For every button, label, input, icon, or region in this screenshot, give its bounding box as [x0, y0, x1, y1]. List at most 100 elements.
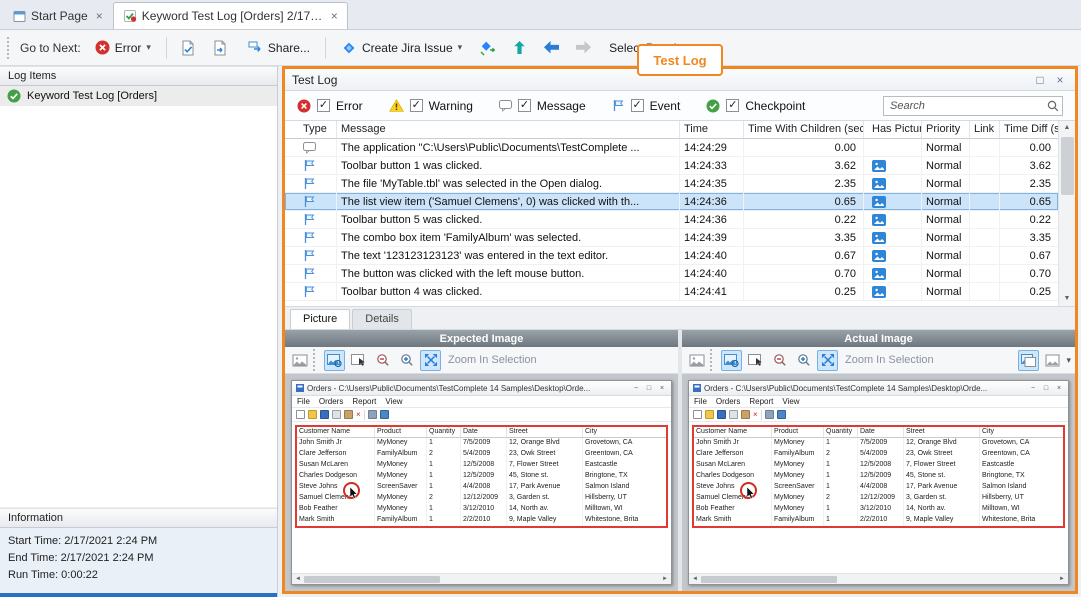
orders-row: Charles DodgesonMyMoney112/5/200945, Sto…: [297, 471, 666, 482]
error-icon: [297, 99, 311, 113]
filter-warning[interactable]: ✓Warning: [389, 99, 473, 113]
export-log-icon[interactable]: [207, 35, 234, 61]
menu-file[interactable]: File: [297, 397, 310, 406]
menu-orders[interactable]: Orders: [319, 397, 343, 406]
scroll-down-icon[interactable]: ▼: [1064, 292, 1071, 306]
filter-label: Message: [537, 99, 586, 113]
zoom-out-icon[interactable]: [769, 350, 790, 371]
view-mode-caret-icon[interactable]: ▾: [1066, 355, 1071, 366]
column-header-time[interactable]: Time: [680, 121, 744, 138]
zoom-in-selection-icon[interactable]: [817, 350, 838, 371]
cell-time-diff: 2.35: [1000, 175, 1058, 192]
tab-details[interactable]: Details: [352, 309, 412, 329]
forward-icon[interactable]: [570, 35, 597, 61]
share-button[interactable]: Share...: [239, 35, 317, 60]
close-tab-icon[interactable]: ×: [331, 9, 338, 23]
toolbar-grip[interactable]: [7, 37, 12, 59]
menu-view[interactable]: View: [782, 397, 799, 406]
log-row[interactable]: The file 'MyTable.tbl' was selected in t…: [285, 175, 1058, 193]
document-tabbar: Start Page × Keyword Test Log [Orders] 2…: [0, 0, 1081, 30]
log-row[interactable]: The button was clicked with the left mou…: [285, 265, 1058, 283]
column-header-type[interactable]: Type: [285, 121, 337, 138]
orders-cell: 1: [427, 471, 461, 482]
upload-results-icon[interactable]: [506, 35, 533, 61]
menu-file[interactable]: File: [694, 397, 707, 406]
cell-type: [285, 229, 337, 246]
zoom-out-icon[interactable]: [372, 350, 393, 371]
menu-view[interactable]: View: [385, 397, 402, 406]
float-panel-icon[interactable]: □: [1032, 73, 1048, 87]
menu-report[interactable]: Report: [352, 397, 376, 406]
tab-start-page[interactable]: Start Page ×: [3, 2, 113, 29]
orders-table: Customer NameProductQuantityDateStreetCi…: [295, 425, 668, 528]
column-header-has-picture[interactable]: Has Picture: [864, 121, 922, 138]
column-header-time-with-children-sec-[interactable]: Time With Children (sec): [744, 121, 864, 138]
panel-menu-icon[interactable]: [289, 350, 310, 371]
toolbar-grip[interactable]: [313, 349, 318, 371]
checkpoint-checkbox[interactable]: ✓: [726, 99, 739, 112]
orders-cell: Eastcastle: [980, 460, 1063, 471]
log-row[interactable]: The list view item ('Samuel Clemens', 0)…: [285, 193, 1058, 211]
log-row[interactable]: The combo box item 'FamilyAlbum' was sel…: [285, 229, 1058, 247]
view-mode-both-icon[interactable]: [1018, 350, 1039, 371]
orders-cell: Bringtone, TX: [583, 471, 666, 482]
orders-cell: 2: [824, 449, 858, 460]
scroll-up-icon[interactable]: ▲: [1064, 121, 1071, 135]
tab-keyword-test-log[interactable]: Keyword Test Log [Orders] 2/17/2... ×: [113, 2, 348, 29]
tree-item-keyword-test-log[interactable]: Keyword Test Log [Orders]: [0, 86, 277, 106]
zoom-in-selection-icon[interactable]: [420, 350, 441, 371]
search-input[interactable]: [883, 96, 1063, 116]
orders-cell: Salmon Island: [583, 482, 666, 493]
view-mode-single-icon[interactable]: [1042, 350, 1063, 371]
jira-link-icon[interactable]: [474, 35, 501, 61]
event-checkbox[interactable]: ✓: [631, 99, 644, 112]
error-checkbox[interactable]: ✓: [317, 99, 330, 112]
toolbar-grip[interactable]: [710, 349, 715, 371]
close-tab-icon[interactable]: ×: [96, 9, 103, 23]
show-image-icon[interactable]: [324, 350, 345, 371]
orders-cell: Greentown, CA: [583, 449, 666, 460]
filter-message[interactable]: ✓ Message: [499, 99, 586, 113]
filter-error[interactable]: ✓Error: [297, 99, 363, 113]
zoom-in-icon[interactable]: [793, 350, 814, 371]
zoom-in-icon[interactable]: [396, 350, 417, 371]
column-header-priority[interactable]: Priority: [922, 121, 970, 138]
create-jira-issue-button[interactable]: Create Jira Issue ▾: [334, 36, 469, 60]
vertical-scrollbar[interactable]: ▲ ▼: [1058, 121, 1075, 306]
maximize-icon: □: [644, 385, 654, 392]
cell-time: 14:24:36: [680, 193, 744, 210]
filter-checkpoint[interactable]: ✓Checkpoint: [706, 99, 805, 113]
message-checkbox[interactable]: ✓: [518, 99, 531, 112]
actual-image-view[interactable]: Orders - C:\Users\Public\Documents\TestC…: [682, 374, 1075, 591]
show-image-icon[interactable]: [721, 350, 742, 371]
expected-image-toolbar: Zoom In Selection: [285, 347, 678, 374]
event-icon: [612, 99, 625, 112]
orders-cell: 1: [824, 438, 858, 449]
tab-picture[interactable]: Picture: [290, 309, 350, 329]
panel-menu-icon[interactable]: [686, 350, 707, 371]
pan-image-icon[interactable]: [745, 350, 766, 371]
orders-cell: 17, Park Avenue: [507, 482, 583, 493]
close-panel-icon[interactable]: ×: [1052, 73, 1068, 87]
copy-log-details-icon[interactable]: [175, 35, 202, 61]
column-header-link[interactable]: Link: [970, 121, 1000, 138]
log-row[interactable]: The text '123123123123' was entered in t…: [285, 247, 1058, 265]
goto-error-button[interactable]: Error ▾: [88, 36, 158, 59]
column-header-time-diff-sec-[interactable]: Time Diff (sec): [1000, 121, 1058, 138]
log-row[interactable]: The application "C:\Users\Public\Documen…: [285, 139, 1058, 157]
orders-cell: 12/5/2009: [858, 471, 904, 482]
menu-report[interactable]: Report: [749, 397, 773, 406]
warning-checkbox[interactable]: ✓: [410, 99, 423, 112]
log-row[interactable]: Toolbar button 1 was clicked.14:24:333.6…: [285, 157, 1058, 175]
menu-orders[interactable]: Orders: [716, 397, 740, 406]
pan-image-icon[interactable]: [348, 350, 369, 371]
orders-cell: Grovetown, CA: [980, 438, 1063, 449]
information-header: Information: [0, 508, 277, 528]
log-row[interactable]: Toolbar button 4 was clicked.14:24:410.2…: [285, 283, 1058, 301]
column-header-message[interactable]: Message: [337, 121, 680, 138]
expected-image-view[interactable]: Orders - C:\Users\Public\Documents\TestC…: [285, 374, 678, 591]
back-icon[interactable]: [538, 35, 565, 61]
scrollbar-thumb[interactable]: [1061, 137, 1074, 195]
filter-event[interactable]: ✓Event: [612, 99, 681, 113]
log-row[interactable]: Toolbar button 5 was clicked.14:24:360.2…: [285, 211, 1058, 229]
